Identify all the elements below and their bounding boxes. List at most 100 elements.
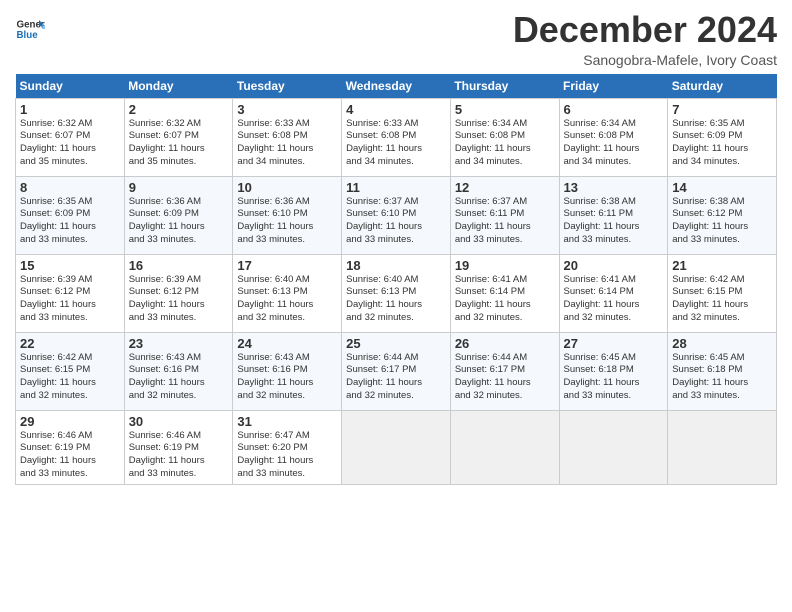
day-number: 19 — [455, 258, 555, 273]
calendar-cell: 11Sunrise: 6:37 AM Sunset: 6:10 PM Dayli… — [342, 176, 451, 254]
day-info: Sunrise: 6:33 AM Sunset: 6:08 PM Dayligh… — [237, 118, 313, 167]
calendar-cell: 20Sunrise: 6:41 AM Sunset: 6:14 PM Dayli… — [559, 254, 668, 332]
day-info: Sunrise: 6:32 AM Sunset: 6:07 PM Dayligh… — [20, 118, 96, 167]
day-info: Sunrise: 6:44 AM Sunset: 6:17 PM Dayligh… — [455, 352, 531, 401]
day-number: 17 — [237, 258, 337, 273]
day-number: 30 — [129, 414, 229, 429]
calendar-cell: 10Sunrise: 6:36 AM Sunset: 6:10 PM Dayli… — [233, 176, 342, 254]
calendar-cell: 7Sunrise: 6:35 AM Sunset: 6:09 PM Daylig… — [668, 98, 777, 176]
calendar-cell: 26Sunrise: 6:44 AM Sunset: 6:17 PM Dayli… — [450, 332, 559, 410]
day-number: 13 — [564, 180, 664, 195]
day-info: Sunrise: 6:36 AM Sunset: 6:10 PM Dayligh… — [237, 196, 313, 245]
day-info: Sunrise: 6:39 AM Sunset: 6:12 PM Dayligh… — [129, 274, 205, 323]
logo: General Blue — [15, 14, 47, 44]
day-info: Sunrise: 6:43 AM Sunset: 6:16 PM Dayligh… — [237, 352, 313, 401]
calendar-cell: 1Sunrise: 6:32 AM Sunset: 6:07 PM Daylig… — [16, 98, 125, 176]
day-number: 16 — [129, 258, 229, 273]
calendar-cell: 14Sunrise: 6:38 AM Sunset: 6:12 PM Dayli… — [668, 176, 777, 254]
logo-icon: General Blue — [15, 14, 45, 44]
day-number: 26 — [455, 336, 555, 351]
day-number: 21 — [672, 258, 772, 273]
day-number: 28 — [672, 336, 772, 351]
calendar-header-saturday: Saturday — [668, 74, 777, 99]
calendar-header-friday: Friday — [559, 74, 668, 99]
calendar-cell: 15Sunrise: 6:39 AM Sunset: 6:12 PM Dayli… — [16, 254, 125, 332]
day-info: Sunrise: 6:47 AM Sunset: 6:20 PM Dayligh… — [237, 430, 313, 479]
day-number: 2 — [129, 102, 229, 117]
calendar-body: 1Sunrise: 6:32 AM Sunset: 6:07 PM Daylig… — [16, 98, 777, 484]
day-info: Sunrise: 6:38 AM Sunset: 6:11 PM Dayligh… — [564, 196, 640, 245]
day-info: Sunrise: 6:35 AM Sunset: 6:09 PM Dayligh… — [20, 196, 96, 245]
day-number: 9 — [129, 180, 229, 195]
day-number: 27 — [564, 336, 664, 351]
day-number: 3 — [237, 102, 337, 117]
day-number: 11 — [346, 180, 446, 195]
header: General Blue December 2024 Sanogobra-Maf… — [15, 10, 777, 68]
calendar-week-4: 22Sunrise: 6:42 AM Sunset: 6:15 PM Dayli… — [16, 332, 777, 410]
calendar-cell: 29Sunrise: 6:46 AM Sunset: 6:19 PM Dayli… — [16, 410, 125, 484]
calendar-header-monday: Monday — [124, 74, 233, 99]
day-number: 5 — [455, 102, 555, 117]
day-number: 20 — [564, 258, 664, 273]
day-info: Sunrise: 6:34 AM Sunset: 6:08 PM Dayligh… — [564, 118, 640, 167]
day-info: Sunrise: 6:32 AM Sunset: 6:07 PM Dayligh… — [129, 118, 205, 167]
day-info: Sunrise: 6:43 AM Sunset: 6:16 PM Dayligh… — [129, 352, 205, 401]
subtitle: Sanogobra-Mafele, Ivory Coast — [513, 52, 777, 68]
day-info: Sunrise: 6:37 AM Sunset: 6:10 PM Dayligh… — [346, 196, 422, 245]
day-info: Sunrise: 6:38 AM Sunset: 6:12 PM Dayligh… — [672, 196, 748, 245]
day-info: Sunrise: 6:46 AM Sunset: 6:19 PM Dayligh… — [20, 430, 96, 479]
calendar-cell: 9Sunrise: 6:36 AM Sunset: 6:09 PM Daylig… — [124, 176, 233, 254]
calendar-table: SundayMondayTuesdayWednesdayThursdayFrid… — [15, 74, 777, 485]
calendar-cell: 22Sunrise: 6:42 AM Sunset: 6:15 PM Dayli… — [16, 332, 125, 410]
calendar-cell: 12Sunrise: 6:37 AM Sunset: 6:11 PM Dayli… — [450, 176, 559, 254]
day-info: Sunrise: 6:36 AM Sunset: 6:09 PM Dayligh… — [129, 196, 205, 245]
day-number: 6 — [564, 102, 664, 117]
day-info: Sunrise: 6:34 AM Sunset: 6:08 PM Dayligh… — [455, 118, 531, 167]
day-number: 31 — [237, 414, 337, 429]
day-info: Sunrise: 6:41 AM Sunset: 6:14 PM Dayligh… — [564, 274, 640, 323]
title-block: December 2024 Sanogobra-Mafele, Ivory Co… — [513, 10, 777, 68]
day-number: 10 — [237, 180, 337, 195]
day-info: Sunrise: 6:40 AM Sunset: 6:13 PM Dayligh… — [346, 274, 422, 323]
calendar-cell: 25Sunrise: 6:44 AM Sunset: 6:17 PM Dayli… — [342, 332, 451, 410]
page-container: General Blue December 2024 Sanogobra-Maf… — [0, 0, 792, 495]
day-number: 15 — [20, 258, 120, 273]
day-number: 18 — [346, 258, 446, 273]
calendar-cell — [450, 410, 559, 484]
calendar-cell: 5Sunrise: 6:34 AM Sunset: 6:08 PM Daylig… — [450, 98, 559, 176]
calendar-week-2: 8Sunrise: 6:35 AM Sunset: 6:09 PM Daylig… — [16, 176, 777, 254]
day-number: 7 — [672, 102, 772, 117]
calendar-cell: 31Sunrise: 6:47 AM Sunset: 6:20 PM Dayli… — [233, 410, 342, 484]
day-info: Sunrise: 6:40 AM Sunset: 6:13 PM Dayligh… — [237, 274, 313, 323]
calendar-cell: 18Sunrise: 6:40 AM Sunset: 6:13 PM Dayli… — [342, 254, 451, 332]
day-number: 22 — [20, 336, 120, 351]
calendar-cell: 16Sunrise: 6:39 AM Sunset: 6:12 PM Dayli… — [124, 254, 233, 332]
calendar-cell: 4Sunrise: 6:33 AM Sunset: 6:08 PM Daylig… — [342, 98, 451, 176]
day-info: Sunrise: 6:45 AM Sunset: 6:18 PM Dayligh… — [564, 352, 640, 401]
calendar-cell: 17Sunrise: 6:40 AM Sunset: 6:13 PM Dayli… — [233, 254, 342, 332]
day-number: 29 — [20, 414, 120, 429]
day-number: 4 — [346, 102, 446, 117]
calendar-cell: 30Sunrise: 6:46 AM Sunset: 6:19 PM Dayli… — [124, 410, 233, 484]
calendar-header-row: SundayMondayTuesdayWednesdayThursdayFrid… — [16, 74, 777, 99]
calendar-week-3: 15Sunrise: 6:39 AM Sunset: 6:12 PM Dayli… — [16, 254, 777, 332]
calendar-cell: 21Sunrise: 6:42 AM Sunset: 6:15 PM Dayli… — [668, 254, 777, 332]
day-info: Sunrise: 6:39 AM Sunset: 6:12 PM Dayligh… — [20, 274, 96, 323]
calendar-cell — [559, 410, 668, 484]
svg-text:Blue: Blue — [17, 30, 39, 41]
day-info: Sunrise: 6:42 AM Sunset: 6:15 PM Dayligh… — [20, 352, 96, 401]
day-info: Sunrise: 6:42 AM Sunset: 6:15 PM Dayligh… — [672, 274, 748, 323]
month-title: December 2024 — [513, 10, 777, 50]
calendar-cell: 27Sunrise: 6:45 AM Sunset: 6:18 PM Dayli… — [559, 332, 668, 410]
calendar-cell — [342, 410, 451, 484]
day-number: 14 — [672, 180, 772, 195]
calendar-week-1: 1Sunrise: 6:32 AM Sunset: 6:07 PM Daylig… — [16, 98, 777, 176]
calendar-cell: 3Sunrise: 6:33 AM Sunset: 6:08 PM Daylig… — [233, 98, 342, 176]
calendar-header-tuesday: Tuesday — [233, 74, 342, 99]
day-info: Sunrise: 6:46 AM Sunset: 6:19 PM Dayligh… — [129, 430, 205, 479]
calendar-header-sunday: Sunday — [16, 74, 125, 99]
calendar-cell — [668, 410, 777, 484]
day-info: Sunrise: 6:37 AM Sunset: 6:11 PM Dayligh… — [455, 196, 531, 245]
calendar-cell: 13Sunrise: 6:38 AM Sunset: 6:11 PM Dayli… — [559, 176, 668, 254]
calendar-cell: 23Sunrise: 6:43 AM Sunset: 6:16 PM Dayli… — [124, 332, 233, 410]
